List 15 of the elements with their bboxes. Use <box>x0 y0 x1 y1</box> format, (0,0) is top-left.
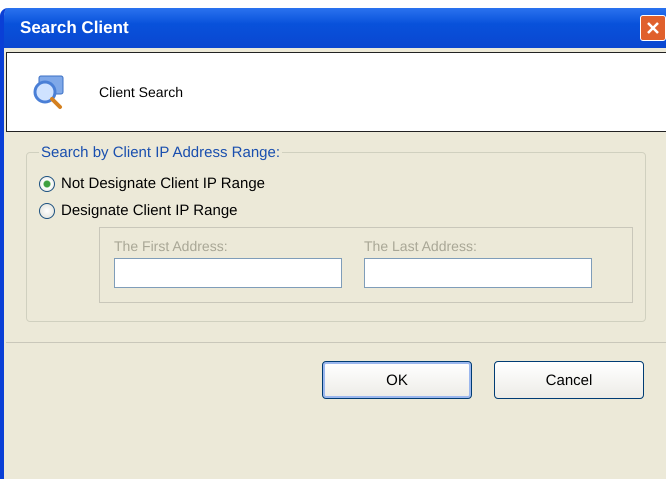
radio-button[interactable] <box>39 202 55 218</box>
header-title: Client Search <box>99 84 184 100</box>
radio-button[interactable] <box>39 176 55 192</box>
radio-label: Designate Client IP Range <box>61 202 238 219</box>
close-icon <box>645 20 661 36</box>
radio-option[interactable]: Not Designate Client IP Range <box>39 175 635 192</box>
radio-option[interactable]: Designate Client IP Range <box>39 202 635 219</box>
group-label: Search by Client IP Address Range: <box>40 144 282 161</box>
dialog-button[interactable]: Cancel <box>494 361 644 399</box>
field-label: The Last Address: <box>364 238 478 254</box>
window-title: Search Client <box>20 18 129 38</box>
field-label: The First Address: <box>114 238 229 254</box>
dialog-button[interactable]: OK <box>322 361 472 399</box>
close-button[interactable] <box>640 15 666 41</box>
radio-label: Not Designate Client IP Range <box>61 175 266 192</box>
